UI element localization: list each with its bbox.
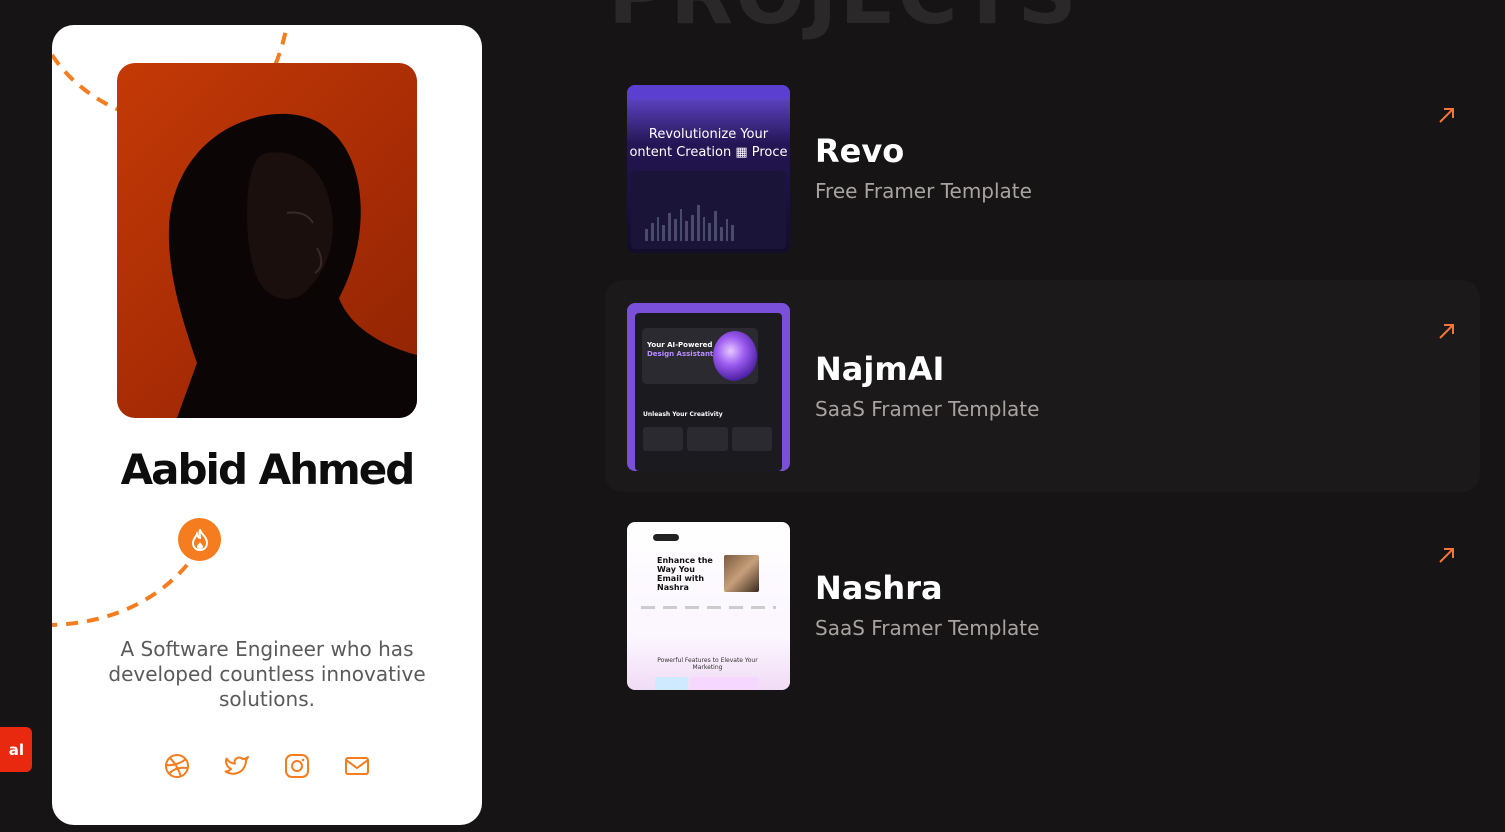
project-thumbnail: Your AI-Powered Design Assistant Unleash…	[627, 303, 790, 471]
mail-icon[interactable]	[344, 753, 370, 779]
profile-bio: A Software Engineer who has developed co…	[108, 637, 426, 711]
project-subtitle: Free Framer Template	[815, 179, 1032, 203]
project-title: Nashra	[815, 569, 943, 607]
flame-icon	[191, 528, 208, 551]
profile-photo	[117, 63, 417, 418]
project-card-najmai[interactable]: Your AI-Powered Design Assistant Unleash…	[605, 280, 1480, 492]
arrow-up-right-icon[interactable]	[1436, 544, 1458, 566]
profile-name: Aabid Ahmed	[120, 445, 416, 494]
thumb-section-title: Unleash Your Creativity	[643, 411, 723, 418]
thumb-headline-2: ontent Creation ▦ Proce	[629, 145, 788, 160]
thumb-headline: Your AI-Powered	[647, 341, 713, 349]
side-tab-button[interactable]: al	[0, 727, 32, 772]
project-subtitle: SaaS Framer Template	[815, 616, 1040, 640]
thumb-section-title: Powerful Features to Elevate Your Market…	[657, 657, 758, 671]
thumb-logo	[653, 534, 679, 541]
arrow-up-right-icon[interactable]	[1436, 320, 1458, 342]
section-heading: PROJECTS	[608, 0, 1079, 43]
thumb-photo	[724, 555, 759, 592]
thumb-bar-chart	[645, 201, 734, 241]
instagram-icon[interactable]	[284, 753, 310, 779]
thumb-headline: Enhance the Way You Email with Nashra	[657, 556, 713, 592]
flame-badge	[178, 518, 221, 561]
project-card-revo[interactable]: Revolutionize Your ontent Creation ▦ Pro…	[605, 62, 1480, 274]
project-card-nashra[interactable]: Enhance the Way You Email with Nashra Po…	[605, 499, 1480, 711]
project-title: Revo	[815, 132, 905, 170]
twitter-icon[interactable]	[224, 753, 250, 779]
thumb-feature-box	[655, 677, 688, 690]
thumb-navbar	[627, 85, 790, 99]
thumb-feature-box	[691, 677, 759, 690]
arrow-up-right-icon[interactable]	[1436, 104, 1458, 126]
profile-card: Aabid Ahmed A Software Engineer who has …	[52, 25, 482, 825]
thumb-3d-orb	[713, 331, 757, 381]
portrait-silhouette	[168, 113, 417, 418]
project-thumbnail: Revolutionize Your ontent Creation ▦ Pro…	[627, 85, 790, 253]
project-title: NajmAI	[815, 350, 945, 388]
dribbble-icon[interactable]	[164, 753, 190, 779]
social-links	[52, 753, 482, 779]
thumb-headline: Revolutionize Your	[648, 127, 769, 142]
project-subtitle: SaaS Framer Template	[815, 397, 1040, 421]
thumb-dashboard	[631, 171, 786, 249]
thumb-feature-cards	[643, 427, 772, 451]
project-thumbnail: Enhance the Way You Email with Nashra Po…	[627, 522, 790, 690]
thumb-logo-strip	[641, 606, 776, 609]
thumb-headline-2: Design Assistant	[647, 350, 714, 358]
